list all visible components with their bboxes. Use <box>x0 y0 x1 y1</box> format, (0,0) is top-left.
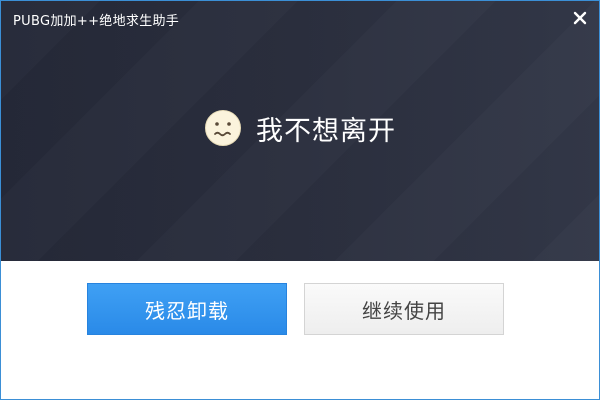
farewell-text: 我不想离开 <box>256 115 396 147</box>
close-icon <box>573 11 587 25</box>
uninstall-dialog: PUBG加加++绝地求生助手 我不想离开 残忍卸载 继续使用 <box>0 0 600 400</box>
sad-face-icon <box>205 110 241 146</box>
continue-using-button[interactable]: 继续使用 <box>304 283 504 335</box>
farewell-message: 我不想离开 <box>1 106 599 150</box>
dialog-footer: 残忍卸载 继续使用 <box>1 261 599 399</box>
dialog-header: PUBG加加++绝地求生助手 我不想离开 <box>1 1 599 261</box>
close-button[interactable] <box>569 7 591 29</box>
uninstall-button[interactable]: 残忍卸载 <box>87 283 287 335</box>
window-title: PUBG加加++绝地求生助手 <box>13 14 180 29</box>
